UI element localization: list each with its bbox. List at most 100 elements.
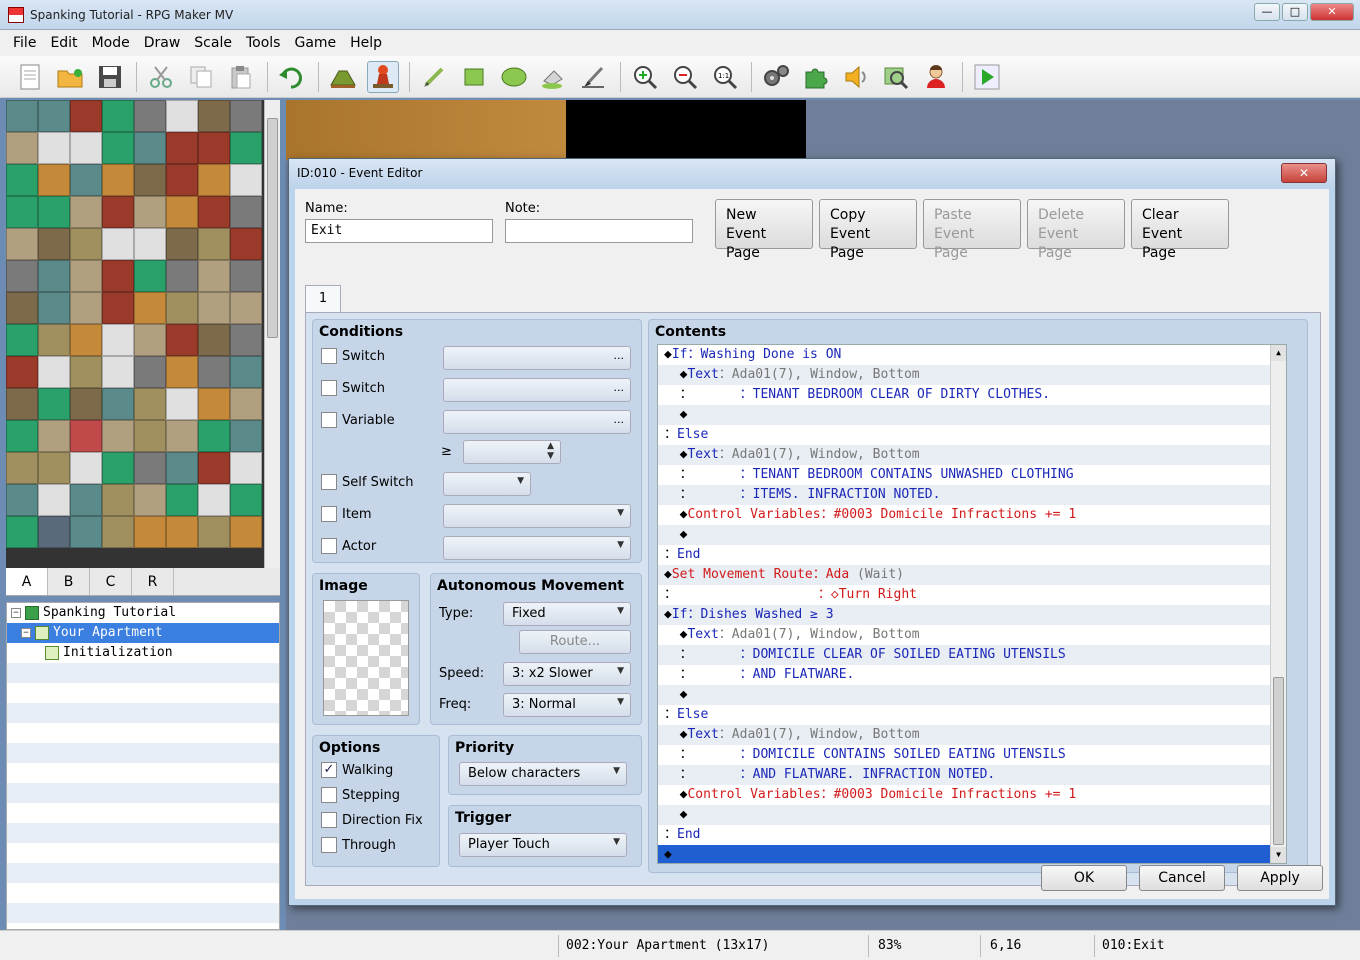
tile[interactable] <box>6 100 38 132</box>
tile[interactable] <box>6 484 38 516</box>
event-command-row[interactable]: ◆If：Washing Done is ON <box>658 345 1286 365</box>
tile[interactable] <box>166 228 198 260</box>
switch2-selector[interactable]: ... <box>443 378 631 402</box>
tile[interactable] <box>198 228 230 260</box>
collapse-toggle-icon[interactable]: − <box>21 628 31 638</box>
event-command-row[interactable]: ◆Control Variables：#0003 Domicile Infrac… <box>658 785 1286 805</box>
event-command-row[interactable]: ◆Text：Ada01(7), Window, Bottom <box>658 445 1286 465</box>
tile[interactable] <box>134 132 166 164</box>
tile[interactable] <box>38 516 70 548</box>
open-project-icon[interactable] <box>54 61 86 93</box>
cancel-button[interactable]: Cancel <box>1139 865 1225 891</box>
variable-value-stepper[interactable]: ▲ ▼ <box>463 440 561 464</box>
sound-test-icon[interactable] <box>840 61 872 93</box>
tile[interactable] <box>166 420 198 452</box>
tile[interactable] <box>166 196 198 228</box>
tile[interactable] <box>38 420 70 452</box>
tile[interactable] <box>198 132 230 164</box>
event-command-row[interactable]: ：End <box>658 545 1286 565</box>
tile[interactable] <box>38 356 70 388</box>
paste-icon[interactable] <box>225 61 257 93</box>
tree-item-project[interactable]: − Spanking Tutorial <box>7 603 279 623</box>
tile[interactable] <box>166 356 198 388</box>
tab-tileset-a[interactable]: A <box>6 568 48 595</box>
event-command-row[interactable]: ◆ <box>658 525 1286 545</box>
tile[interactable] <box>38 324 70 356</box>
map-tree[interactable]: − Spanking Tutorial − Your Apartment Ini… <box>6 602 280 930</box>
tile[interactable] <box>38 196 70 228</box>
tile[interactable] <box>230 196 262 228</box>
tile[interactable] <box>134 420 166 452</box>
tile[interactable] <box>198 196 230 228</box>
tile[interactable] <box>198 260 230 292</box>
event-command-row[interactable]: ◆If：Dishes Washed ≥ 3 <box>658 605 1286 625</box>
tile[interactable] <box>38 292 70 324</box>
tile[interactable] <box>166 452 198 484</box>
tile[interactable] <box>198 484 230 516</box>
new-event-page-button[interactable]: New Event Page <box>715 199 813 261</box>
tile[interactable] <box>166 164 198 196</box>
tab-tileset-b[interactable]: B <box>48 568 90 595</box>
menu-game[interactable]: Game <box>287 35 343 51</box>
tile[interactable] <box>166 100 198 132</box>
event-name-field[interactable]: Exit <box>305 219 493 243</box>
tile[interactable] <box>38 260 70 292</box>
copy-icon[interactable] <box>185 61 217 93</box>
tile[interactable] <box>6 388 38 420</box>
tile[interactable] <box>230 132 262 164</box>
event-image-preview[interactable] <box>323 600 409 716</box>
tile[interactable] <box>102 292 134 324</box>
self-switch-checkbox[interactable]: Self Switch <box>321 474 414 490</box>
tree-item-initialization[interactable]: Initialization <box>7 643 279 663</box>
tile[interactable] <box>102 132 134 164</box>
tile[interactable] <box>6 260 38 292</box>
tile[interactable] <box>166 484 198 516</box>
tile[interactable] <box>134 228 166 260</box>
switch1-checkbox[interactable]: Switch <box>321 348 385 364</box>
tile[interactable] <box>38 132 70 164</box>
event-mode-icon[interactable] <box>367 60 399 93</box>
tile[interactable] <box>102 420 134 452</box>
item-checkbox[interactable]: Item <box>321 506 372 522</box>
menu-scale[interactable]: Scale <box>187 35 239 51</box>
tile[interactable] <box>38 484 70 516</box>
event-command-row[interactable]: ◆ <box>658 685 1286 705</box>
event-command-row[interactable]: ：End <box>658 825 1286 845</box>
tile[interactable] <box>230 324 262 356</box>
tile[interactable] <box>6 516 38 548</box>
tile[interactable] <box>134 388 166 420</box>
tile[interactable] <box>166 516 198 548</box>
switch1-selector[interactable]: ... <box>443 346 631 370</box>
direction-fix-checkbox[interactable]: Direction Fix <box>321 812 423 828</box>
through-checkbox[interactable]: Through <box>321 837 396 853</box>
tile[interactable] <box>102 260 134 292</box>
event-command-row[interactable]: ◆Text：Ada01(7), Window, Bottom <box>658 625 1286 645</box>
tile[interactable] <box>102 484 134 516</box>
event-command-row[interactable]: ： ：ITEMS. INFRACTION NOTED. <box>658 485 1286 505</box>
tile[interactable] <box>166 260 198 292</box>
tab-tileset-c[interactable]: C <box>90 568 132 595</box>
event-command-row[interactable]: ◆ <box>658 405 1286 425</box>
tile[interactable] <box>230 484 262 516</box>
stepping-checkbox[interactable]: Stepping <box>321 787 400 803</box>
tile[interactable] <box>70 452 102 484</box>
event-searcher-icon[interactable] <box>880 61 912 93</box>
apply-button[interactable]: Apply <box>1237 865 1323 891</box>
tile[interactable] <box>230 388 262 420</box>
tileset-palette[interactable] <box>6 100 280 568</box>
tile[interactable] <box>134 484 166 516</box>
route-button[interactable]: Route... <box>519 630 631 654</box>
tile[interactable] <box>134 356 166 388</box>
tile[interactable] <box>6 228 38 260</box>
menu-mode[interactable]: Mode <box>85 35 137 51</box>
tile[interactable] <box>38 452 70 484</box>
menu-file[interactable]: File <box>6 35 43 51</box>
event-command-row[interactable]: ◆ <box>658 845 1286 863</box>
variable-checkbox[interactable]: Variable <box>321 412 395 428</box>
movement-speed-select[interactable]: 3: x2 Slower ▼ <box>503 662 631 686</box>
tile[interactable] <box>134 516 166 548</box>
tile[interactable] <box>6 292 38 324</box>
tile[interactable] <box>102 452 134 484</box>
menu-help[interactable]: Help <box>343 35 389 51</box>
event-note-field[interactable] <box>505 219 693 243</box>
